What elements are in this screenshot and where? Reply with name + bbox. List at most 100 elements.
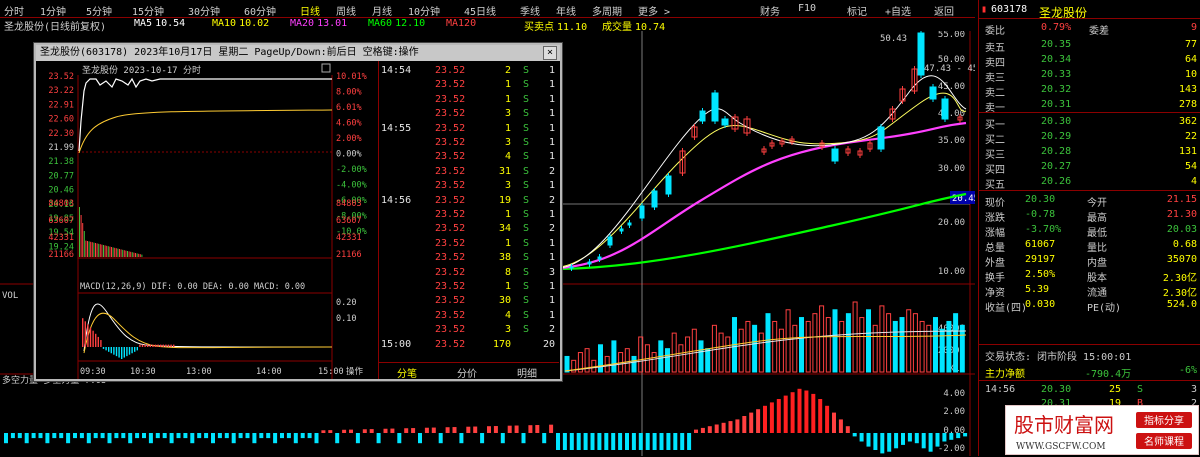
osc-bar-107: [742, 416, 747, 433]
osc-bar-69: [480, 433, 485, 444]
period-tab-4[interactable]: 30分钟: [188, 3, 220, 18]
tick-n: 1: [548, 108, 555, 120]
mini-pct-tick-5: 0.00%: [336, 150, 362, 160]
ma-label: MA20: [290, 18, 315, 29]
ma-label: MA10: [212, 18, 237, 29]
tick-time: 15:00: [381, 338, 412, 350]
mini-macd-bar-23: [141, 344, 144, 347]
top-right-item-0[interactable]: 财务: [760, 3, 780, 18]
period-tab-13[interactable]: 多周期: [592, 3, 622, 18]
intraday-chart[interactable]: 圣龙股份 2023-10-17 分时 23.52 23.22 22.91 22.60 22…: [36, 61, 378, 379]
tick-tab-1[interactable]: 分价: [457, 365, 477, 380]
tick-n: 1: [548, 180, 555, 192]
osc-bar-137: [949, 433, 954, 440]
osc-bar-20: [142, 433, 146, 439]
period-tab-1[interactable]: 1分钟: [40, 3, 66, 18]
close-icon[interactable]: ×: [543, 46, 557, 60]
tick-tab-2[interactable]: 明细: [517, 365, 537, 380]
mini-macd-bar-26: [149, 344, 151, 347]
ask-row-4: 卖一 20.31 278: [979, 98, 1200, 114]
period-tab-5[interactable]: 60分钟: [244, 3, 276, 18]
main-force-row: 主力净额 -790.4万 -6%: [979, 364, 1200, 380]
volume-bar-53: [919, 320, 925, 373]
tick-n: 1: [548, 137, 555, 148]
status-row: 交易状态: 闭市阶段 15:00:01: [979, 347, 1200, 363]
mini-macd-bar-0: [82, 318, 84, 347]
mini-vol-bar-32: [130, 251, 132, 257]
mini-macd-bar-19: [131, 347, 133, 354]
volume-bar-26: [738, 328, 744, 373]
tick-price: 23.52: [435, 65, 466, 76]
top-right-item-4[interactable]: 返回: [934, 3, 954, 18]
osc-bar-72: [500, 433, 505, 444]
period-toolbar: 分时 1分钟 5分钟 15分钟 30分钟 60分钟 日线 周线 月线 10分钟 45日线 季线 年线 多周…: [0, 0, 975, 18]
tick-vol: 4: [504, 151, 511, 163]
mini-vol-bar-18: [107, 246, 109, 257]
tick-price: 23.52: [435, 122, 466, 134]
period-tab-6[interactable]: 日线: [300, 3, 320, 18]
bid-price: 20.29: [1041, 131, 1072, 142]
osc-bar-70: [487, 426, 491, 433]
mini-vol-bar-2: [82, 223, 84, 257]
price-tick-4: 35.00: [938, 136, 965, 146]
osc-bar-97: [673, 433, 678, 450]
period-tab-10[interactable]: 45日线: [464, 3, 496, 18]
osc-tick-2: 0.00: [943, 426, 965, 436]
osc-bar-13: [93, 433, 98, 439]
period-tab-12[interactable]: 年线: [556, 3, 576, 18]
period-tab-14[interactable]: 更多 >: [638, 3, 670, 18]
osc-bar-100: [694, 429, 698, 433]
bid-label: 买二: [985, 135, 1005, 146]
osc-bar-84: [583, 433, 588, 450]
osc-bar-121: [838, 419, 843, 433]
mini-vol-bar-13: [99, 244, 101, 257]
volume-bar-37: [812, 313, 818, 373]
top-right-item-2[interactable]: 标记: [847, 3, 867, 18]
period-tab-0[interactable]: 分时: [4, 3, 24, 18]
tick-row: 23.52 4 S 1: [379, 309, 559, 323]
price-tick-7: 10.00: [938, 267, 965, 277]
osc-bar-10: [73, 433, 77, 439]
period-tab-11[interactable]: 季线: [520, 3, 540, 18]
intraday-popup[interactable]: 圣龙股份(603178) 2023年10月17日 星期二 PageUp/Down…: [34, 43, 562, 381]
mini-macd-bar-28: [154, 344, 157, 347]
osc-bar-89: [618, 433, 623, 450]
top-right-item-1[interactable]: F10: [798, 3, 816, 14]
osc-bar-53: [369, 429, 374, 433]
osc-bar-76: [528, 425, 533, 433]
mini-vol-tick-r-1: 63607: [336, 216, 362, 226]
osc-bar-120: [832, 412, 836, 433]
tick-vol: 38: [498, 252, 511, 264]
tick-n: 1: [548, 295, 555, 307]
tick-time: 14:55: [381, 122, 412, 134]
tick-row: 23.52 34 S 2: [379, 222, 559, 236]
top-right-item-3[interactable]: +自选: [885, 3, 911, 18]
candle-11: [699, 110, 706, 122]
osc-bar-1: [10, 433, 15, 439]
osc-bar-101: [700, 427, 705, 433]
osc-bar-49: [342, 429, 347, 433]
tick-row: 23.52 1 S 1: [379, 208, 559, 222]
volume-bar-15: [665, 348, 670, 373]
popup-title-bar[interactable]: 圣龙股份(603178) 2023年10月17日 星期二 PageUp/Down…: [36, 45, 560, 61]
mini-price-tick-8: 20.46: [48, 186, 74, 196]
quote-label2: 最低: [1087, 228, 1107, 239]
period-tab-8[interactable]: 月线: [372, 3, 392, 18]
mini-pct-tick-2: 6.01%: [336, 103, 362, 113]
period-tab-2[interactable]: 5分钟: [86, 3, 112, 18]
quote-value2: 35070: [1166, 254, 1197, 265]
ma-value: 12.10: [395, 18, 426, 29]
right-tick-row-0: 14:56 20.30 25 S 3: [979, 383, 1200, 398]
period-tab-9[interactable]: 10分钟: [408, 3, 440, 18]
quote-value2: 0.68: [1172, 239, 1197, 250]
mini-macd-bar-33: [167, 344, 170, 347]
period-tab-7[interactable]: 周线: [336, 3, 356, 18]
bid-vol: 22: [1184, 131, 1197, 142]
ask-vol: 77: [1184, 39, 1197, 50]
range-label: 47.43 - 45: [924, 64, 975, 74]
mini-vol-bar-23: [115, 248, 117, 257]
tick-tab-0[interactable]: 分笔: [397, 365, 417, 380]
mini-vol-tick-0: 84803: [48, 199, 74, 209]
period-tab-3[interactable]: 15分钟: [132, 3, 164, 18]
osc-bar-22: [155, 433, 160, 439]
